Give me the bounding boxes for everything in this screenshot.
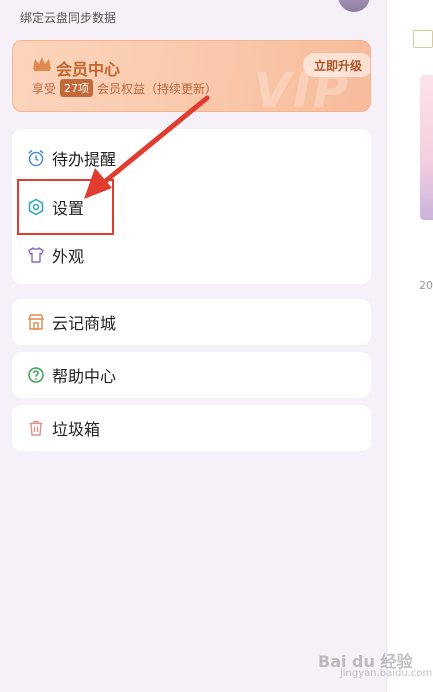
menu-label-appearance: 外观 (52, 247, 85, 266)
vip-center-card[interactable]: VIP 会员中心 享受 27项 会员权益（持续更新） 立即升级 (12, 40, 371, 112)
tshirt-icon (28, 247, 44, 263)
note-thumbnail[interactable] (420, 75, 433, 220)
menu-label-store: 云记商城 (52, 314, 117, 333)
menu-group-store: 云记商城 (12, 299, 371, 345)
vip-subtitle: 享受 27项 会员权益（持续更新） (32, 79, 217, 97)
menu-group-trash: 垃圾箱 (12, 405, 371, 451)
alarm-clock-icon (28, 149, 44, 167)
menu-group-help: 帮助中心 (12, 352, 371, 398)
menu-item-help[interactable]: 帮助中心 (12, 360, 371, 390)
crown-icon (33, 57, 51, 71)
side-drawer: 绑定云盘同步数据 VIP 会员中心 享受 27项 会员权益（持续更新） 立即升级… (0, 0, 386, 692)
menu-item-reminders[interactable]: 待办提醒 (12, 143, 371, 173)
sync-cloud-link[interactable]: 绑定云盘同步数据 (20, 9, 116, 26)
baidu-watermark-url: jingyan.baidu.com (340, 668, 433, 679)
menu-item-appearance[interactable]: 外观 (12, 240, 371, 270)
note-date-fragment: 20 (419, 279, 433, 292)
upgrade-button[interactable]: 立即升级 (303, 53, 370, 77)
menu-label-help: 帮助中心 (52, 367, 117, 386)
menu-label-trash: 垃圾箱 (52, 420, 101, 439)
menu-item-store[interactable]: 云记商城 (12, 307, 371, 337)
trash-icon (29, 420, 43, 436)
avatar[interactable] (338, 0, 370, 12)
vip-sub-suffix: 会员权益（持续更新） (97, 81, 218, 96)
menu-item-trash[interactable]: 垃圾箱 (12, 413, 371, 443)
vip-title: 会员中心 (56, 60, 121, 79)
mail-icon[interactable] (413, 30, 433, 48)
store-icon (27, 314, 45, 330)
vip-sub-prefix: 享受 (32, 81, 57, 96)
annotation-highlight-box (17, 179, 114, 235)
help-question-icon (28, 367, 44, 383)
menu-label-reminders: 待办提醒 (52, 150, 117, 169)
vip-count-badge: 27项 (60, 79, 94, 97)
